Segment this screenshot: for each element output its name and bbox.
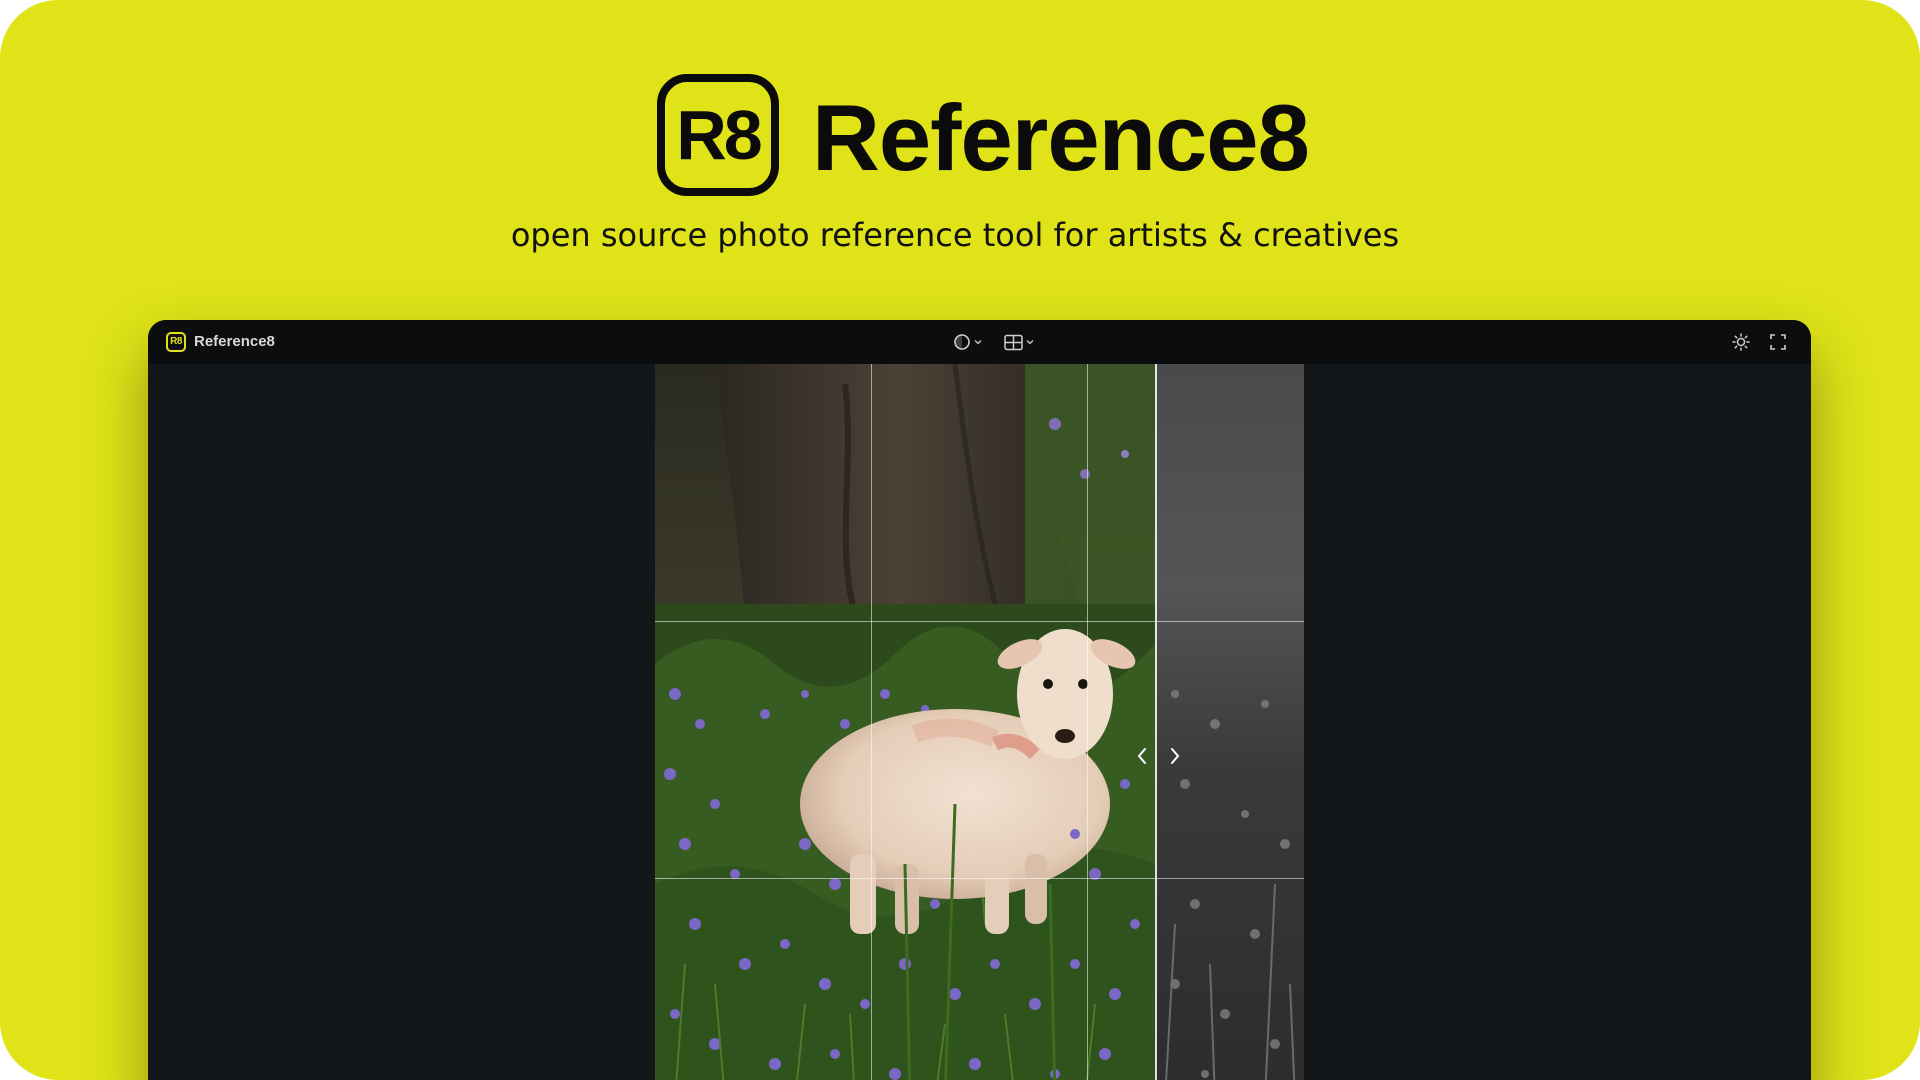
reference-photo[interactable] <box>655 364 1304 1080</box>
app-window: R8 Reference8 <box>148 320 1811 1080</box>
viewer-canvas[interactable] <box>148 364 1811 1080</box>
split-left-button[interactable] <box>1130 744 1154 768</box>
chevron-left-icon <box>1137 748 1146 764</box>
fullscreen-button[interactable] <box>1770 330 1786 354</box>
chevron-down-icon <box>1026 340 1034 345</box>
split-right-button[interactable] <box>1163 744 1187 768</box>
fullscreen-icon <box>1770 334 1786 350</box>
promo-card: R8 Reference8 open source photo referenc… <box>0 0 1920 1080</box>
grid-line-horizontal-1 <box>655 621 1304 622</box>
app-title: Reference8 <box>194 333 275 350</box>
photo-color-side <box>655 364 1155 1080</box>
hero-title: Reference8 <box>812 85 1310 190</box>
chevron-down-icon <box>974 340 982 345</box>
hero-subtitle: open source photo reference tool for art… <box>510 216 1400 254</box>
filter-menu-button[interactable] <box>953 330 982 354</box>
theme-toggle-button[interactable] <box>1732 330 1750 354</box>
grid-line-horizontal-2 <box>655 878 1304 879</box>
chevron-right-icon <box>1171 748 1180 764</box>
grid-menu-button[interactable] <box>1004 330 1034 354</box>
hero-logo-icon: R8 <box>657 74 779 196</box>
grid-line-vertical-2 <box>1087 364 1088 1080</box>
grid-icon <box>1004 334 1023 350</box>
titlebar: R8 Reference8 <box>148 320 1811 364</box>
grid-line-vertical-1 <box>871 364 872 1080</box>
sun-icon <box>1732 333 1750 351</box>
app-logo-text: R8 <box>170 336 182 347</box>
compare-split-handle[interactable] <box>1155 364 1157 1080</box>
hero-logo-text: R8 <box>676 96 763 174</box>
photo-grayscale-side <box>1155 364 1304 1080</box>
circle-filter-icon <box>954 334 970 350</box>
app-logo-icon: R8 <box>166 332 186 352</box>
